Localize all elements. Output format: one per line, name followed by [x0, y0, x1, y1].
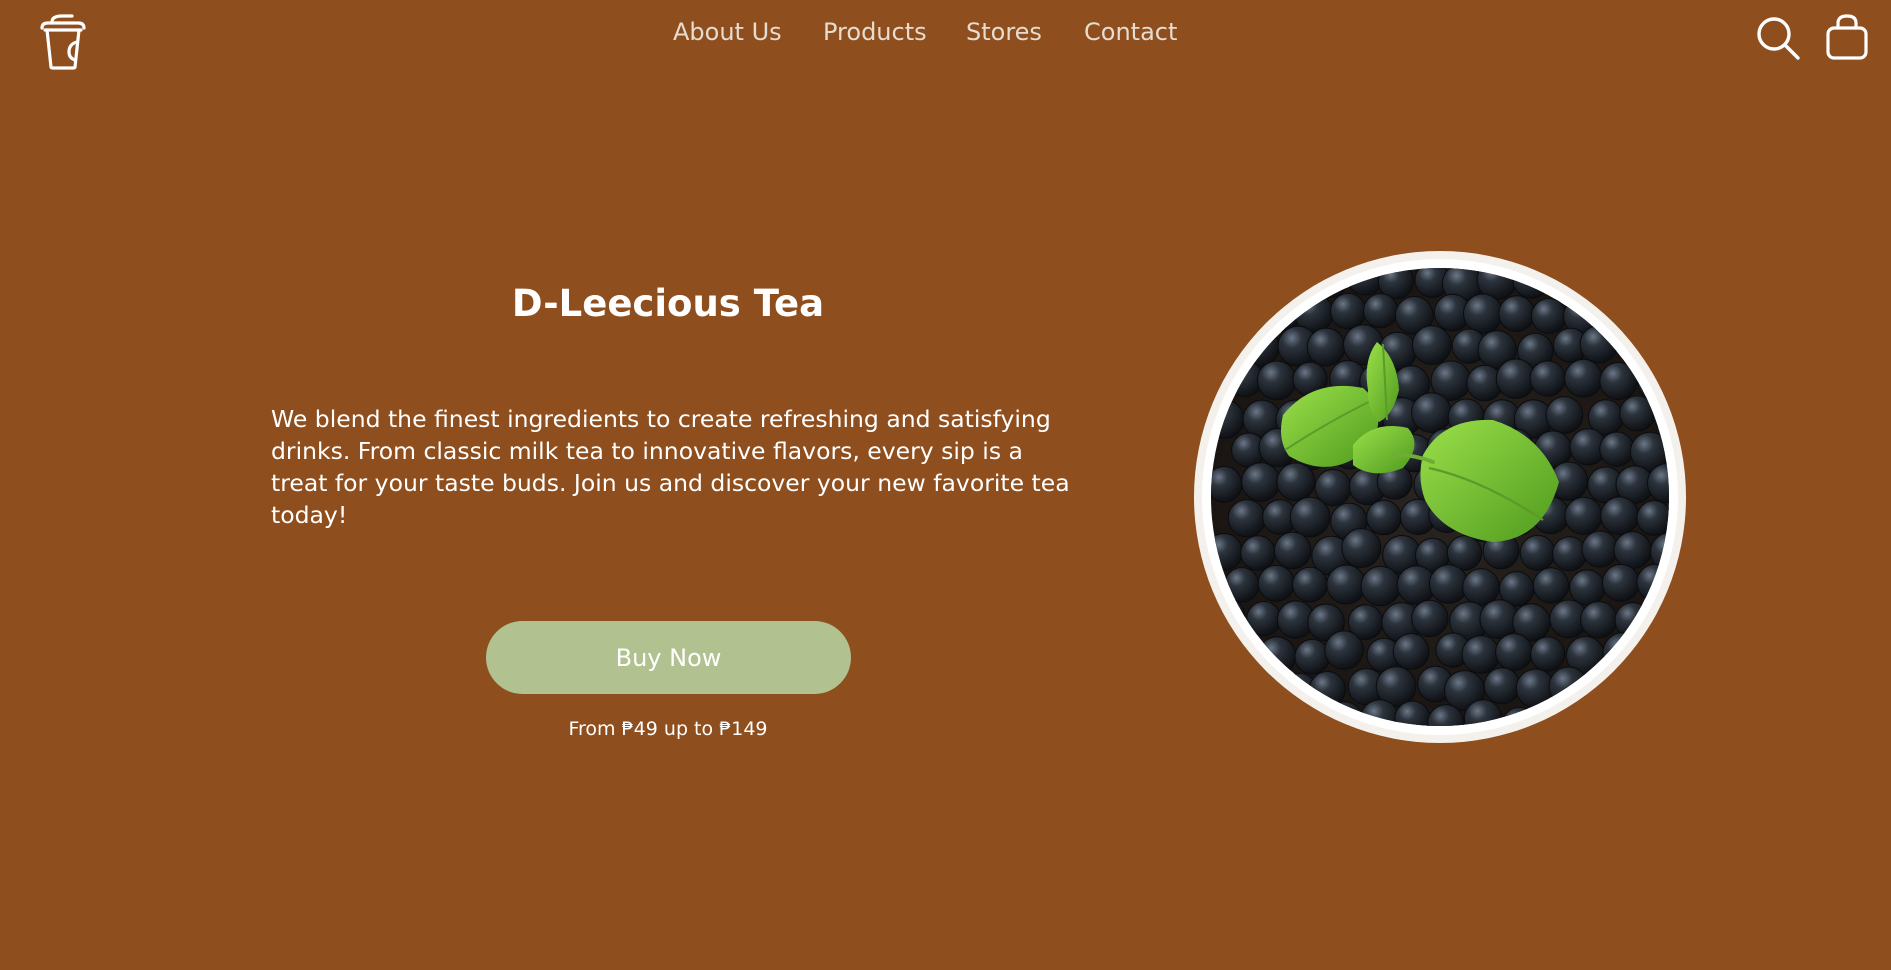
shopping-bag-icon[interactable] — [1824, 14, 1870, 62]
buy-now-button[interactable]: Buy Now — [486, 621, 851, 694]
main-nav: About Us Products Stores Contact — [0, 14, 1891, 50]
price-range-text: From ₱49 up to ₱149 — [568, 718, 768, 740]
hero-title: D-Leecious Tea — [511, 282, 825, 325]
tapioca-pearls-bowl-image — [1193, 250, 1687, 744]
search-icon[interactable] — [1756, 14, 1802, 62]
nav-item-contact[interactable]: Contact — [1084, 14, 1177, 50]
hero-description: We blend the finest ingredients to creat… — [271, 405, 1070, 529]
nav-item-products[interactable]: Products — [823, 14, 927, 50]
nav-item-stores[interactable]: Stores — [966, 14, 1042, 50]
nav-item-about-us[interactable]: About Us — [673, 14, 782, 50]
